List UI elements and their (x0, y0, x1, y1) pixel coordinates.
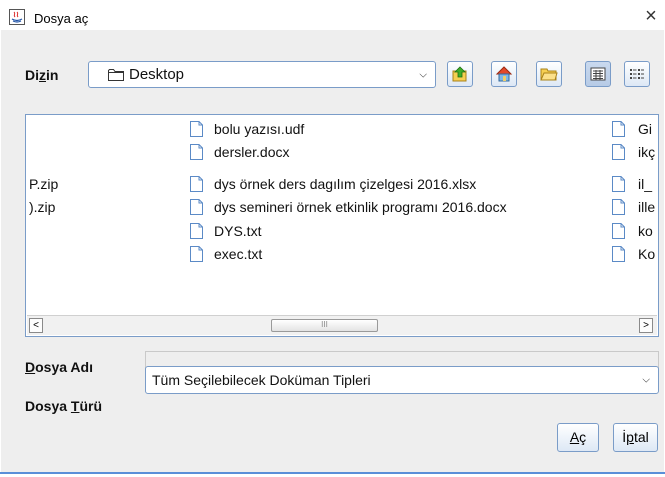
list-item[interactable]: il_ (612, 173, 652, 195)
list-item[interactable]: ikç (612, 141, 655, 163)
file-icon (612, 199, 625, 215)
window-title: Dosya aç (34, 11, 89, 26)
filetype-label: Dosya Türü (25, 398, 103, 414)
file-icon (190, 199, 203, 215)
home-icon (495, 66, 513, 82)
filetype-select[interactable]: Tüm Seçilebilecek Doküman Tipleri ⌵ (145, 366, 659, 394)
horizontal-scrollbar[interactable]: < III > (27, 315, 657, 335)
file-icon (612, 176, 625, 192)
list-item[interactable]: dersler.docx (190, 141, 289, 163)
chevron-down-icon: ⌵ (642, 374, 650, 386)
arrow-right-icon: > (643, 320, 649, 331)
up-folder-icon (452, 66, 467, 82)
file-icon (190, 223, 203, 239)
grip-icon: III (321, 320, 328, 329)
chevron-down-icon: ⌵ (419, 69, 427, 80)
list-item[interactable]: ).zip (29, 196, 55, 218)
details-view-icon (630, 69, 644, 79)
list-item[interactable]: ko (612, 220, 653, 242)
details-view-button[interactable] (624, 61, 650, 87)
list-item[interactable]: bolu yazısı.udf (190, 118, 304, 140)
list-item[interactable]: dys semineri örnek etkinlik programı 201… (190, 196, 507, 218)
list-item[interactable]: Ko (612, 243, 655, 265)
filename-label: Dosya Adı (25, 359, 93, 375)
scroll-left-button[interactable]: < (29, 318, 43, 333)
list-item[interactable]: P.zip (29, 173, 58, 195)
list-item[interactable]: ille (612, 196, 655, 218)
arrow-left-icon: < (33, 320, 39, 331)
list-item[interactable]: exec.txt (190, 243, 262, 265)
list-view-icon (590, 67, 606, 81)
window-bottom-border (0, 472, 665, 474)
cancel-button[interactable]: İptal (613, 423, 658, 452)
title-bar: Dosya aç × (0, 0, 665, 30)
scroll-right-button[interactable]: > (639, 318, 653, 333)
file-icon (612, 223, 625, 239)
java-app-icon (9, 9, 25, 25)
home-button[interactable] (491, 61, 517, 87)
file-icon (612, 246, 625, 262)
file-icon (612, 144, 625, 160)
folder-icon (108, 69, 124, 81)
scroll-thumb[interactable]: III (271, 319, 378, 332)
file-list[interactable]: P.zip ).zip bolu yazısı.udf dersler.docx… (25, 114, 659, 337)
list-item[interactable]: DYS.txt (190, 220, 261, 242)
list-item[interactable]: Gi (612, 118, 652, 140)
file-icon (190, 121, 203, 137)
close-icon: × (645, 5, 657, 27)
file-icon (190, 144, 203, 160)
file-icon (612, 121, 625, 137)
directory-value: Desktop (129, 66, 185, 83)
filetype-value: Tüm Seçilebilecek Doküman Tipleri (152, 372, 371, 388)
close-button[interactable]: × (641, 5, 661, 27)
open-button[interactable]: Aç (557, 423, 599, 452)
directory-label: Dizin (25, 67, 59, 83)
list-item[interactable]: dys örnek ders dagılım çizelgesi 2016.xl… (190, 173, 476, 195)
up-one-level-button[interactable] (447, 61, 473, 87)
new-folder-icon (540, 68, 558, 81)
directory-combo[interactable]: Desktop ⌵ (88, 61, 436, 88)
file-icon (190, 246, 203, 262)
list-view-button[interactable] (585, 61, 611, 87)
file-icon (190, 176, 203, 192)
new-folder-button[interactable] (536, 61, 562, 87)
